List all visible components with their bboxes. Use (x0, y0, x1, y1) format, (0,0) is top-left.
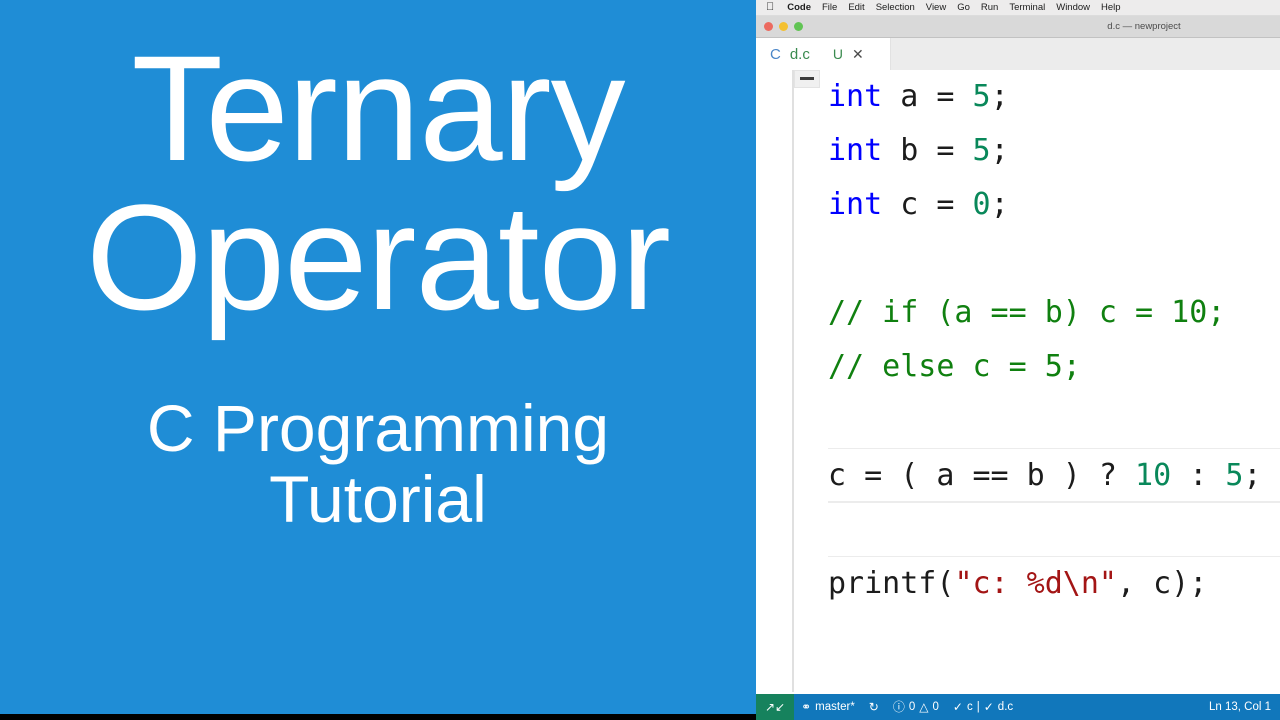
status-bar-left: ↗↙ ⚭ master* ↻ ⓘ 0 △ 0 ✓ c | ✓ d.c (756, 694, 1020, 720)
slide-subtitle: C Programming Tutorial (0, 391, 756, 537)
editor-tab-bar: C d.c U ✕ (756, 38, 1280, 70)
code-token-plain: ; (990, 79, 1009, 114)
code-token-plain: c = ( a == b ) ? (828, 458, 1136, 493)
git-untracked-badge: U (832, 46, 843, 62)
code-token-plain: c = (882, 187, 973, 222)
close-icon[interactable]: ✕ (852, 47, 864, 61)
window-title: d.c — newproject (1107, 21, 1181, 32)
slide-title-line-2: Operator (86, 172, 671, 341)
code-token-plain: ; (990, 133, 1009, 168)
code-token-plain: a = (882, 79, 973, 114)
source-control-icon: ⚭ (801, 700, 812, 714)
code-token-str: "c: %d\n" (954, 566, 1117, 601)
branch-name: master* (815, 701, 855, 713)
code-token-num: 5 (972, 133, 991, 168)
slide-subtitle-line-2: Tutorial (269, 462, 487, 537)
line-printf[interactable]: printf("c: %d\n", c); (828, 556, 1280, 610)
menu-item-code[interactable]: Code (787, 2, 811, 13)
menu-item-help[interactable]: Help (1101, 2, 1121, 13)
code-token-plain: ; (990, 187, 1009, 222)
error-count: 0 (908, 701, 916, 713)
status-divider: | (976, 701, 980, 713)
minimize-window-button[interactable] (779, 22, 788, 31)
line-blank-1[interactable] (828, 232, 1280, 286)
lang-status-label: c (966, 701, 973, 713)
traffic-lights (756, 22, 803, 31)
line-comment-else[interactable]: // else c = 5; (828, 340, 1280, 394)
code-token-plain: , c); (1117, 566, 1208, 601)
code-token-plain: ; (1243, 458, 1262, 493)
title-slide-panel: Ternary Operator C Programming Tutorial (0, 0, 756, 720)
sync-icon: ↻ (868, 700, 879, 714)
code-token-comment: // if (a == b) c = 10; (828, 295, 1226, 330)
menu-item-go[interactable]: Go (957, 2, 970, 13)
check-icon-file: ✓ (983, 700, 994, 714)
code-token-plain: b = (882, 133, 973, 168)
code-editor[interactable]: int a = 5; int b = 5; int c = 0; // if (a … (756, 70, 1280, 692)
line-comment-if[interactable]: // if (a == b) c = 10; (828, 286, 1280, 340)
code-token-num: 5 (972, 79, 991, 114)
menu-item-terminal[interactable]: Terminal (1009, 2, 1045, 13)
check-icon: ✓ (952, 700, 963, 714)
code-token-plain: printf( (828, 566, 955, 601)
remote-window-icon: ↗↙ (765, 700, 786, 714)
line-int-c[interactable]: int c = 0; (828, 178, 1280, 232)
status-problems[interactable]: ⓘ 0 △ 0 (886, 694, 946, 720)
status-cursor-position[interactable]: Ln 13, Col 1 (1202, 694, 1278, 720)
close-window-button[interactable] (764, 22, 773, 31)
code-token-comment: // else c = 5; (828, 349, 1081, 384)
macos-menu-bar:  Code File Edit Selection View Go Run T… (756, 0, 1280, 16)
code-token-kw: int (828, 79, 883, 114)
menu-item-run[interactable]: Run (981, 2, 998, 13)
line-blank-3[interactable] (828, 502, 1280, 556)
slide-title: Ternary Operator (0, 24, 756, 341)
menu-item-view[interactable]: View (926, 2, 946, 13)
status-sync[interactable]: ↻ (862, 694, 886, 720)
warning-count: 0 (932, 701, 939, 713)
code-token-num: 5 (1225, 458, 1244, 493)
status-bar: ↗↙ ⚭ master* ↻ ⓘ 0 △ 0 ✓ c | ✓ d.c Ln 13… (756, 694, 1280, 720)
menu-item-file[interactable]: File (822, 2, 837, 13)
code-token-plain: : (1171, 458, 1226, 493)
line-int-b[interactable]: int b = 5; (828, 124, 1280, 178)
slide-title-line-1: Ternary (131, 24, 625, 192)
code-token-kw: int (828, 133, 883, 168)
tab-label: d.c (789, 45, 810, 63)
line-blank-2[interactable] (828, 394, 1280, 448)
status-checks[interactable]: ✓ c | ✓ d.c (946, 694, 1020, 720)
code-token-num: 0 (972, 187, 991, 222)
tab-d-c[interactable]: C d.c U ✕ (756, 38, 891, 70)
letterbox-strip (0, 714, 756, 720)
apple-icon[interactable]:  (766, 2, 774, 13)
code-token-num: 10 (1135, 458, 1172, 493)
remote-window-indicator[interactable]: ↗↙ (756, 694, 795, 720)
status-branch[interactable]: ⚭ master* (794, 694, 862, 720)
vscode-window:  Code File Edit Selection View Go Run T… (756, 0, 1280, 720)
file-status-label: d.c (997, 701, 1014, 713)
code-content[interactable]: int a = 5; int b = 5; int c = 0; // if (a … (756, 70, 1280, 610)
cursor-position-label: Ln 13, Col 1 (1208, 701, 1271, 713)
slide-subtitle-line-1: C Programming (146, 391, 610, 465)
c-language-icon: C (770, 45, 781, 63)
menu-item-window[interactable]: Window (1056, 2, 1090, 13)
window-title-bar: d.c — newproject (756, 16, 1280, 38)
menu-item-edit[interactable]: Edit (848, 2, 864, 13)
menu-item-selection[interactable]: Selection (876, 2, 915, 13)
line-int-a[interactable]: int a = 5; (828, 70, 1280, 124)
error-icon: ⓘ (892, 700, 905, 714)
screenshot-root: Ternary Operator C Programming Tutorial … (0, 0, 1280, 720)
line-ternary[interactable]: c = ( a == b ) ? 10 : 5; (828, 448, 1280, 502)
warning-icon: △ (919, 700, 929, 714)
status-bar-right: Ln 13, Col 1 (1202, 694, 1280, 720)
code-token-kw: int (828, 187, 883, 222)
zoom-window-button[interactable] (794, 22, 803, 31)
